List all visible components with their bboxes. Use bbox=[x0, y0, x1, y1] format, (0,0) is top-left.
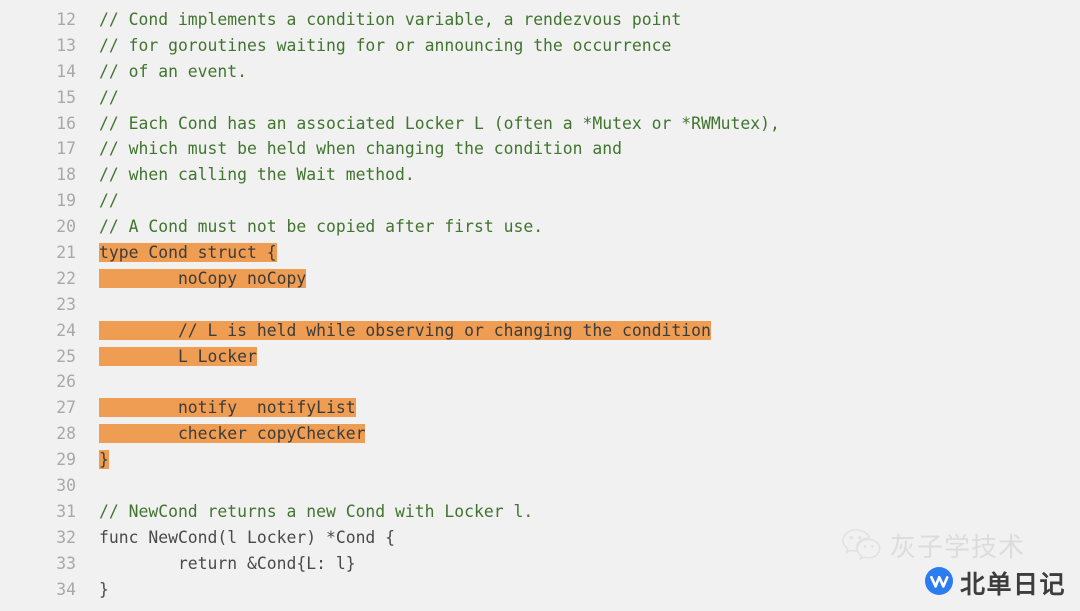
line-number: 24 bbox=[56, 320, 76, 340]
code-line-text: // bbox=[99, 85, 119, 111]
code-segment: return &Cond{L: l} bbox=[99, 553, 356, 573]
code-line-text: } bbox=[99, 447, 109, 473]
code-line[interactable]: 15 // bbox=[0, 85, 1080, 111]
code-line[interactable]: 34} bbox=[0, 577, 1080, 603]
code-line-text: checker copyChecker bbox=[99, 421, 366, 447]
code-line-text: } bbox=[99, 577, 109, 603]
line-number: 15 bbox=[56, 87, 76, 107]
line-number: 27 bbox=[56, 398, 76, 418]
line-number: 21 bbox=[56, 243, 76, 263]
code-line-text: // L is held while observing or changing… bbox=[99, 318, 711, 344]
line-number: 18 bbox=[56, 165, 76, 185]
code-line-text: // A Cond must not be copied after first… bbox=[99, 214, 543, 240]
code-segment: // NewCond returns a new Cond with Locke… bbox=[99, 501, 534, 521]
highlighted-code-segment: notify notifyList bbox=[99, 398, 356, 418]
line-number: 19 bbox=[56, 191, 76, 211]
code-segment: // when calling the Wait method. bbox=[99, 165, 415, 185]
line-number: 29 bbox=[56, 450, 76, 470]
code-line[interactable]: 24 // L is held while observing or chang… bbox=[0, 318, 1080, 344]
code-segment: // which must be held when changing the … bbox=[99, 139, 623, 159]
code-segment: // bbox=[99, 87, 119, 107]
code-line[interactable]: 18 // when calling the Wait method. bbox=[0, 162, 1080, 188]
highlighted-code-segment: checker copyChecker bbox=[99, 424, 366, 444]
code-line[interactable]: 16 // Each Cond has an associated Locker … bbox=[0, 111, 1080, 137]
code-segment: // Each Cond has an associated Locker L … bbox=[99, 113, 780, 133]
line-number: 30 bbox=[56, 476, 76, 496]
code-line[interactable]: 33 return &Cond{L: l} bbox=[0, 551, 1080, 577]
line-number: 32 bbox=[56, 527, 76, 547]
code-line-text: L Locker bbox=[99, 344, 257, 370]
line-number: 22 bbox=[56, 268, 76, 288]
code-line[interactable]: 13 // for goroutines waiting for or annou… bbox=[0, 33, 1080, 59]
code-segment: } bbox=[99, 579, 109, 599]
code-line[interactable]: 28 checker copyChecker bbox=[0, 421, 1080, 447]
code-segment: // of an event. bbox=[99, 61, 248, 81]
code-line-text: // Cond implements a condition variable,… bbox=[99, 7, 681, 33]
code-line[interactable]: 26 bbox=[0, 369, 1080, 395]
line-number: 25 bbox=[56, 346, 76, 366]
line-number: 16 bbox=[56, 113, 76, 133]
code-line-text: type Cond struct { bbox=[99, 240, 277, 266]
code-line[interactable]: 31 // NewCond returns a new Cond with Loc… bbox=[0, 499, 1080, 525]
code-line-text: // of an event. bbox=[99, 59, 247, 85]
code-screenshot: 12 // Cond implements a condition variabl… bbox=[0, 0, 1080, 611]
code-line-text: // which must be held when changing the … bbox=[99, 136, 622, 162]
code-line[interactable]: 30 bbox=[0, 473, 1080, 499]
code-line[interactable]: 19 // bbox=[0, 188, 1080, 214]
line-number: 23 bbox=[56, 294, 76, 314]
code-line[interactable]: 14 // of an event. bbox=[0, 59, 1080, 85]
code-line[interactable]: 12 // Cond implements a condition variabl… bbox=[0, 7, 1080, 33]
line-number: 17 bbox=[56, 139, 76, 159]
line-number: 14 bbox=[56, 61, 76, 81]
code-line[interactable]: 32 func NewCond(l Locker) *Cond { bbox=[0, 525, 1080, 551]
code-line-text: func NewCond(l Locker) *Cond { bbox=[99, 525, 395, 551]
code-line-text: notify notifyList bbox=[99, 395, 356, 421]
highlighted-code-segment: type Cond struct { bbox=[99, 243, 277, 263]
code-line[interactable]: 22 noCopy noCopy bbox=[0, 266, 1080, 292]
highlighted-code-segment: } bbox=[99, 450, 109, 470]
line-number: 33 bbox=[56, 553, 76, 573]
code-line-text: // NewCond returns a new Cond with Locke… bbox=[99, 499, 533, 525]
code-line-text: // for goroutines waiting for or announc… bbox=[99, 33, 671, 59]
code-line[interactable]: 25 L Locker bbox=[0, 344, 1080, 370]
code-segment: // A Cond must not be copied after first… bbox=[99, 217, 544, 237]
code-line[interactable]: 17 // which must be held when changing th… bbox=[0, 136, 1080, 162]
line-number: 31 bbox=[56, 501, 76, 521]
code-line[interactable]: 21 type Cond struct { bbox=[0, 240, 1080, 266]
code-line-text: return &Cond{L: l} bbox=[99, 551, 356, 577]
code-segment: // bbox=[99, 191, 119, 211]
line-number: 12 bbox=[56, 10, 76, 29]
line-number: 28 bbox=[56, 424, 76, 444]
code-line[interactable]: 29} bbox=[0, 447, 1080, 473]
code-line-text: // when calling the Wait method. bbox=[99, 162, 415, 188]
code-line[interactable]: 27 notify notifyList bbox=[0, 395, 1080, 421]
highlighted-code-segment: L Locker bbox=[99, 346, 257, 366]
line-number: 34 bbox=[56, 579, 76, 599]
code-segment: // for goroutines waiting for or announc… bbox=[99, 35, 672, 55]
code-line-text: // Each Cond has an associated Locker L … bbox=[99, 111, 780, 137]
code-segment: func NewCond(l Locker) *Cond { bbox=[99, 527, 396, 547]
line-number: 26 bbox=[56, 372, 76, 392]
code-line[interactable]: 20 // A Cond must not be copied after fir… bbox=[0, 214, 1080, 240]
code-editor-pane[interactable]: 12 // Cond implements a condition variabl… bbox=[0, 0, 1080, 611]
line-number: 20 bbox=[56, 217, 76, 237]
code-line-text: noCopy noCopy bbox=[99, 266, 307, 292]
code-line-text: // bbox=[99, 188, 119, 214]
code-line[interactable]: 23 bbox=[0, 292, 1080, 318]
code-segment: // Cond implements a condition variable,… bbox=[99, 10, 682, 29]
highlighted-code-segment: noCopy noCopy bbox=[99, 268, 307, 288]
line-number: 13 bbox=[56, 35, 76, 55]
highlighted-code-segment: // L is held while observing or changing… bbox=[99, 320, 711, 340]
